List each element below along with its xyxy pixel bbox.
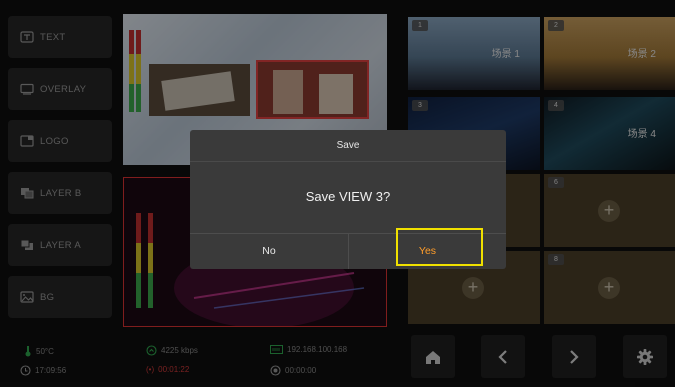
dialog-message: Save VIEW 3? [305, 189, 391, 204]
yes-button[interactable]: Yes [349, 234, 506, 269]
no-button[interactable]: No [190, 234, 348, 269]
save-dialog: Save Save VIEW 3? No Yes [190, 130, 506, 269]
divider [190, 161, 506, 162]
dialog-title: Save [336, 140, 360, 151]
switcher-screen: TEXT OVERLAY LOGO LAYER B LAYER A BG 1 场… [0, 0, 675, 387]
